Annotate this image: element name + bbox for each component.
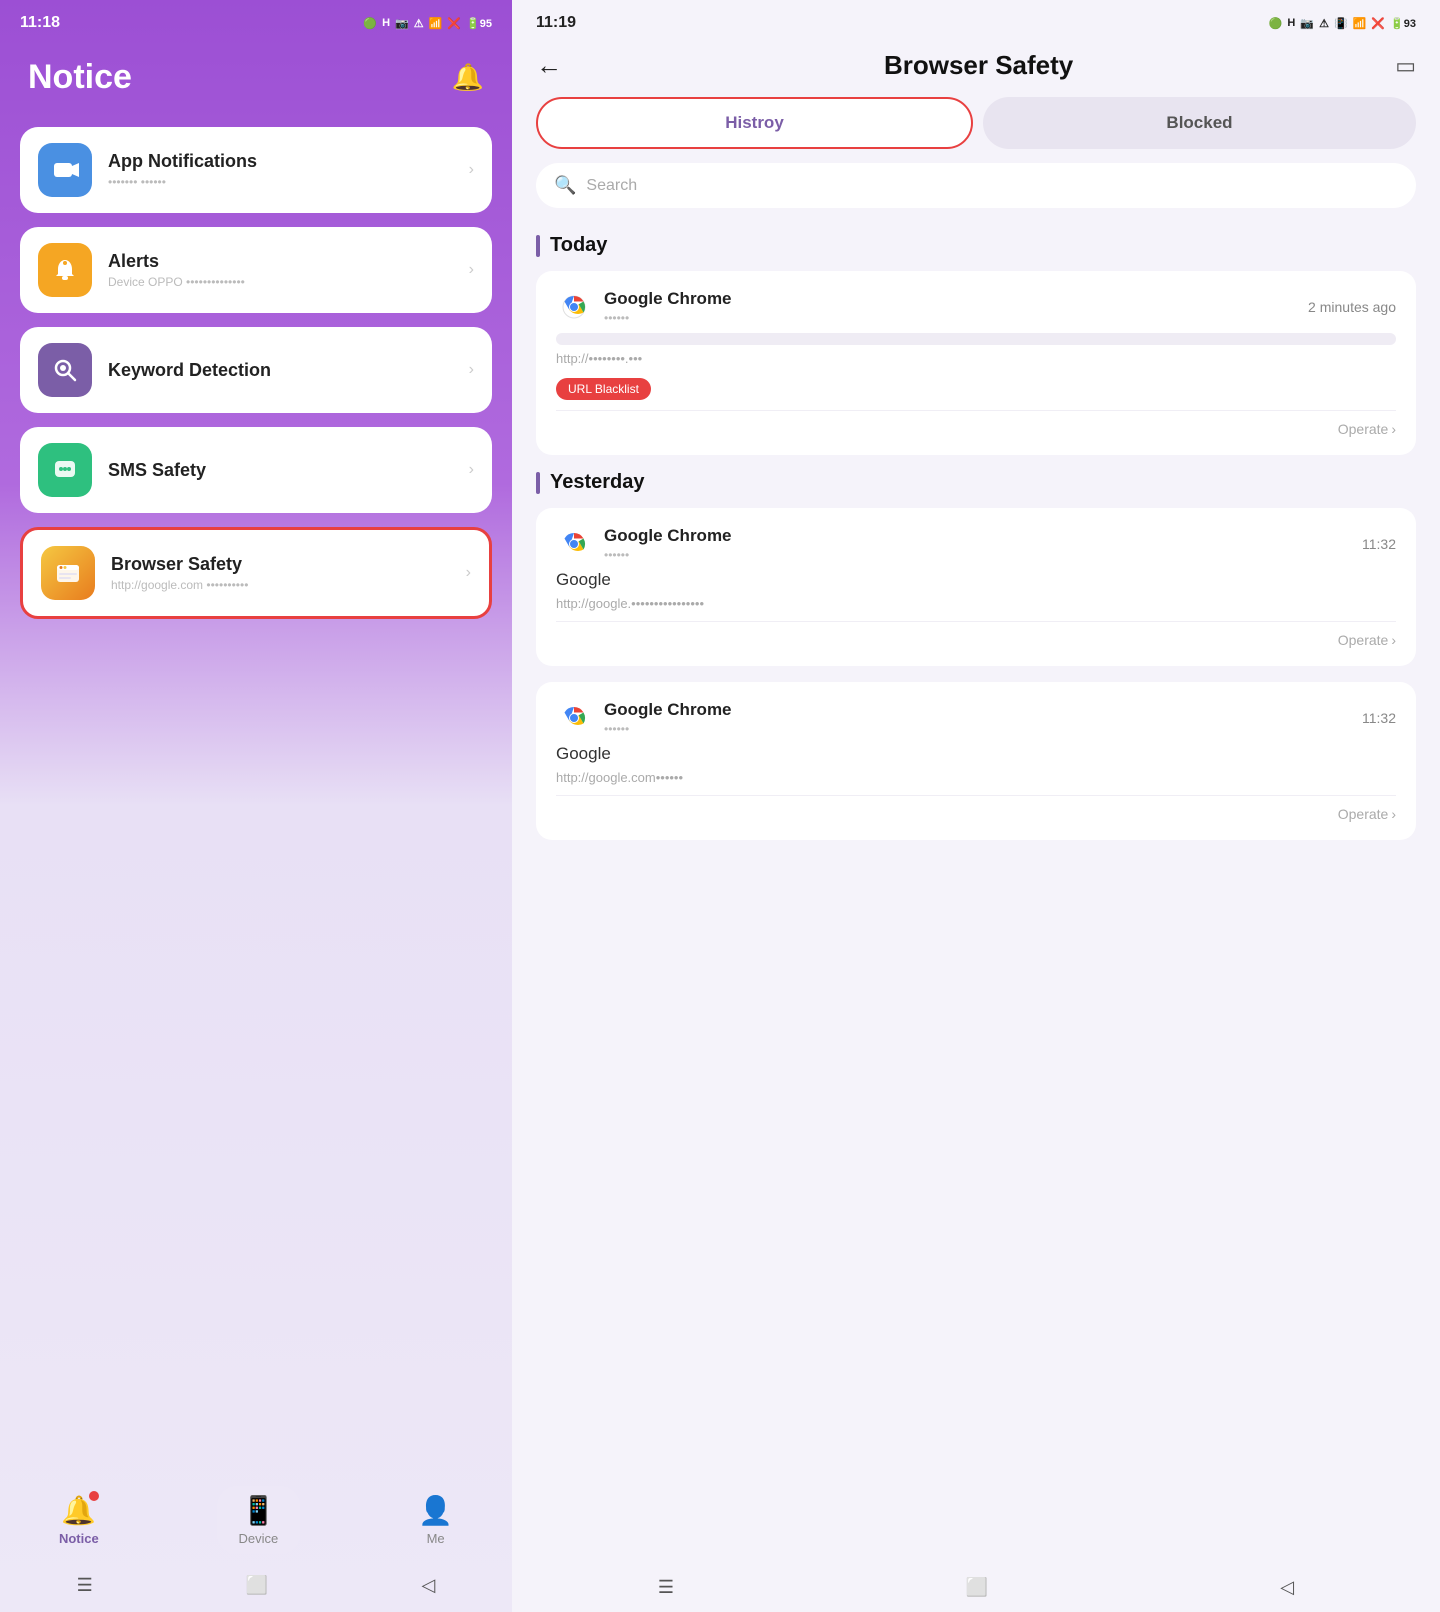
menu-item-alerts[interactable]: Alerts Device OPPO •••••••••••••• › (20, 227, 492, 313)
app-notifications-label: App Notifications (108, 151, 453, 172)
operate-chevron-icon-3: › (1391, 806, 1396, 822)
bottom-nav: 🔔 Notice 📱 Device 👤 Me (0, 1476, 512, 1564)
chrome-icon-yesterday-2 (556, 700, 592, 736)
yesterday-app-name-1: Google Chrome (604, 526, 732, 546)
yesterday-app-sub-1: •••••• (604, 548, 732, 562)
chrome-icon-today (556, 289, 592, 325)
today-label: Today (550, 234, 607, 257)
right-status-time: 11:19 (536, 14, 576, 32)
menu-item-sms-safety[interactable]: SMS Safety › (20, 427, 492, 513)
yesterday-app-sub-2: •••••• (604, 722, 732, 736)
left-status-time: 11:18 (20, 14, 60, 32)
content-area: Today (512, 228, 1440, 1563)
today-operate[interactable]: Operate › (556, 410, 1396, 437)
nav-item-device[interactable]: 📱 Device (239, 1494, 279, 1546)
chevron-right-icon: › (466, 564, 471, 582)
yesterday-operate-2[interactable]: Operate › (556, 795, 1396, 822)
search-bar[interactable]: 🔍 Search (536, 163, 1416, 208)
right-status-bar: 11:19 🟢 H 📷 ⚠ 📳 📶 ❌ 🔋93 (512, 0, 1440, 40)
section-bar (536, 235, 540, 257)
yesterday-time-1: 11:32 (1362, 536, 1396, 552)
app-notifications-icon (38, 143, 92, 197)
today-url: http://••••••••.••• (556, 351, 1396, 366)
menu-item-keyword-detection[interactable]: Keyword Detection › (20, 327, 492, 413)
search-placeholder: Search (586, 177, 637, 195)
sms-safety-label: SMS Safety (108, 460, 453, 481)
left-header: Notice 🔔 (0, 40, 512, 127)
left-panel: 11:18 🟢 H 📷 ⚠ 📶 ❌ 🔋95 Notice 🔔 App Notif… (0, 0, 512, 1612)
tablet-icon[interactable]: ▭ (1395, 53, 1416, 79)
device-nav-label: Device (239, 1531, 279, 1546)
chevron-right-icon: › (469, 161, 474, 179)
nav-item-notice[interactable]: 🔔 Notice (59, 1494, 99, 1546)
home-square-icon: ⬜ (246, 1575, 268, 1596)
right-header: ← Browser Safety ▭ (512, 40, 1440, 97)
right-status-icons: 🟢 H 📷 ⚠ 📳 📶 ❌ 🔋93 (1269, 17, 1416, 30)
left-bottom-bar: ☰ ⬜ ◁ (0, 1569, 512, 1602)
menu-list: App Notifications ••••••• •••••• › Alert… (0, 127, 512, 619)
alerts-icon (38, 243, 92, 297)
nav-item-me[interactable]: 👤 Me (418, 1494, 453, 1546)
yesterday-card-1: Google Chrome •••••• 11:32 Google http:/… (536, 508, 1416, 666)
chrome-icon-yesterday-1 (556, 526, 592, 562)
yesterday-time-2: 11:32 (1362, 710, 1396, 726)
today-section-header: Today (536, 234, 1416, 257)
yesterday-title-2: Google (556, 744, 1396, 764)
menu-item-browser-safety[interactable]: Browser Safety http://google.com •••••••… (20, 527, 492, 619)
back-button[interactable]: ← (536, 50, 562, 81)
operate-chevron-icon-2: › (1391, 632, 1396, 648)
yesterday-url-2: http://google.com•••••• (556, 770, 1396, 785)
alerts-sub: Device OPPO •••••••••••••• (108, 275, 453, 289)
yesterday-section-header: Yesterday (536, 471, 1416, 494)
right-panel: 11:19 🟢 H 📷 ⚠ 📳 📶 ❌ 🔋93 ← Browser Safety… (512, 0, 1440, 1612)
browser-safety-sub: http://google.com •••••••••• (111, 578, 450, 592)
search-icon: 🔍 (554, 175, 576, 196)
today-app-sub: •••••• (604, 311, 732, 325)
menu-item-app-notifications[interactable]: App Notifications ••••••• •••••• › (20, 127, 492, 213)
tab-blocked[interactable]: Blocked (983, 97, 1416, 149)
notice-nav-label: Notice (59, 1531, 99, 1546)
me-nav-label: Me (427, 1531, 445, 1546)
yesterday-app-name-2: Google Chrome (604, 700, 732, 720)
hamburger-icon: ☰ (77, 1575, 93, 1596)
right-back-triangle-icon: ◁ (1280, 1577, 1294, 1598)
notification-bell-icon[interactable]: 🔔 (452, 62, 484, 93)
today-app-name: Google Chrome (604, 289, 732, 309)
blurred-content-line (556, 333, 1396, 345)
chevron-right-icon: › (469, 461, 474, 479)
notice-badge (89, 1491, 99, 1501)
yesterday-url-1: http://google.•••••••••••••••• (556, 596, 1396, 611)
right-bottom-bar: ☰ ⬜ ◁ (512, 1567, 1440, 1612)
operate-chevron-icon: › (1391, 421, 1396, 437)
today-card: Google Chrome •••••• 2 minutes ago http:… (536, 271, 1416, 455)
keyword-detection-icon (38, 343, 92, 397)
url-blacklist-badge: URL Blacklist (556, 378, 651, 400)
page-title: Notice (28, 58, 132, 97)
section-bar-yesterday (536, 472, 540, 494)
right-home-square-icon: ⬜ (966, 1577, 988, 1598)
tab-row: Histroy Blocked (512, 97, 1440, 163)
browser-safety-label: Browser Safety (111, 554, 450, 575)
yesterday-title-1: Google (556, 570, 1396, 590)
yesterday-operate-1[interactable]: Operate › (556, 621, 1396, 648)
chevron-right-icon: › (469, 361, 474, 379)
yesterday-card-2: Google Chrome •••••• 11:32 Google http:/… (536, 682, 1416, 840)
keyword-detection-label: Keyword Detection (108, 360, 453, 381)
back-triangle-icon: ◁ (422, 1575, 436, 1596)
browser-safety-icon (41, 546, 95, 600)
left-status-bar: 11:18 🟢 H 📷 ⚠ 📶 ❌ 🔋95 (0, 0, 512, 40)
chevron-right-icon: › (469, 261, 474, 279)
right-page-title: Browser Safety (884, 50, 1073, 81)
app-notifications-sub: ••••••• •••••• (108, 175, 453, 189)
alerts-label: Alerts (108, 251, 453, 272)
left-status-icons: 🟢 H 📷 ⚠ 📶 ❌ 🔋95 (363, 17, 492, 30)
today-time: 2 minutes ago (1308, 299, 1396, 315)
tab-history[interactable]: Histroy (536, 97, 973, 149)
yesterday-label: Yesterday (550, 471, 645, 494)
right-hamburger-icon: ☰ (658, 1577, 674, 1598)
me-nav-icon: 👤 (418, 1494, 453, 1527)
sms-safety-icon (38, 443, 92, 497)
device-nav-icon: 📱 (241, 1494, 276, 1527)
